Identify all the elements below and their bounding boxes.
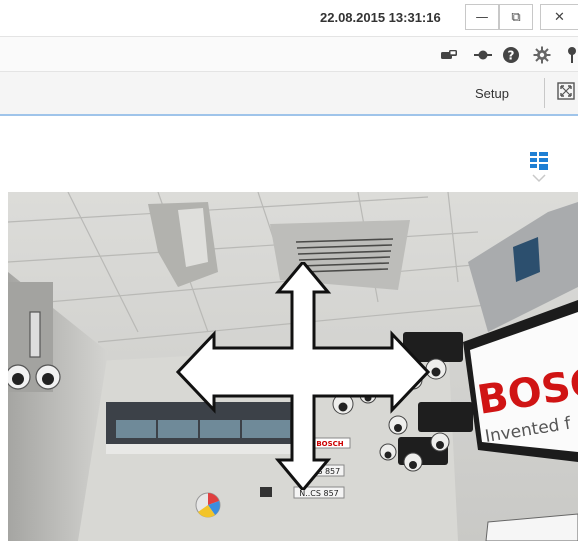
record-dot-icon[interactable] bbox=[474, 46, 492, 64]
restore-icon: ⧉ bbox=[511, 9, 521, 25]
help-icon[interactable]: ? bbox=[502, 46, 520, 64]
mode-bar: Setup bbox=[0, 72, 578, 116]
pin-icon[interactable] bbox=[566, 46, 578, 64]
plate-2: N..CS 857 bbox=[299, 489, 339, 498]
datetime-display: 22.08.2015 13:31:16 bbox=[320, 10, 441, 25]
close-icon: ✕ bbox=[554, 9, 565, 25]
settings-gear-icon[interactable] bbox=[533, 46, 551, 64]
camera-link-icon[interactable] bbox=[440, 46, 458, 64]
toolbar: ? bbox=[0, 36, 578, 72]
fullscreen-icon[interactable] bbox=[557, 82, 575, 100]
svg-text:?: ? bbox=[508, 49, 515, 63]
pan-tilt-arrows[interactable] bbox=[175, 259, 431, 493]
setup-tab[interactable]: Setup bbox=[452, 82, 532, 104]
restore-button[interactable]: ⧉ bbox=[499, 4, 533, 30]
title-bar: 22.08.2015 13:31:16 — ⧉ ✕ bbox=[0, 0, 578, 36]
minimize-button[interactable]: — bbox=[465, 4, 499, 30]
close-button[interactable]: ✕ bbox=[540, 4, 578, 30]
layout-grid-icon[interactable] bbox=[528, 150, 550, 184]
divider bbox=[544, 78, 545, 108]
minimize-icon: — bbox=[475, 9, 489, 25]
